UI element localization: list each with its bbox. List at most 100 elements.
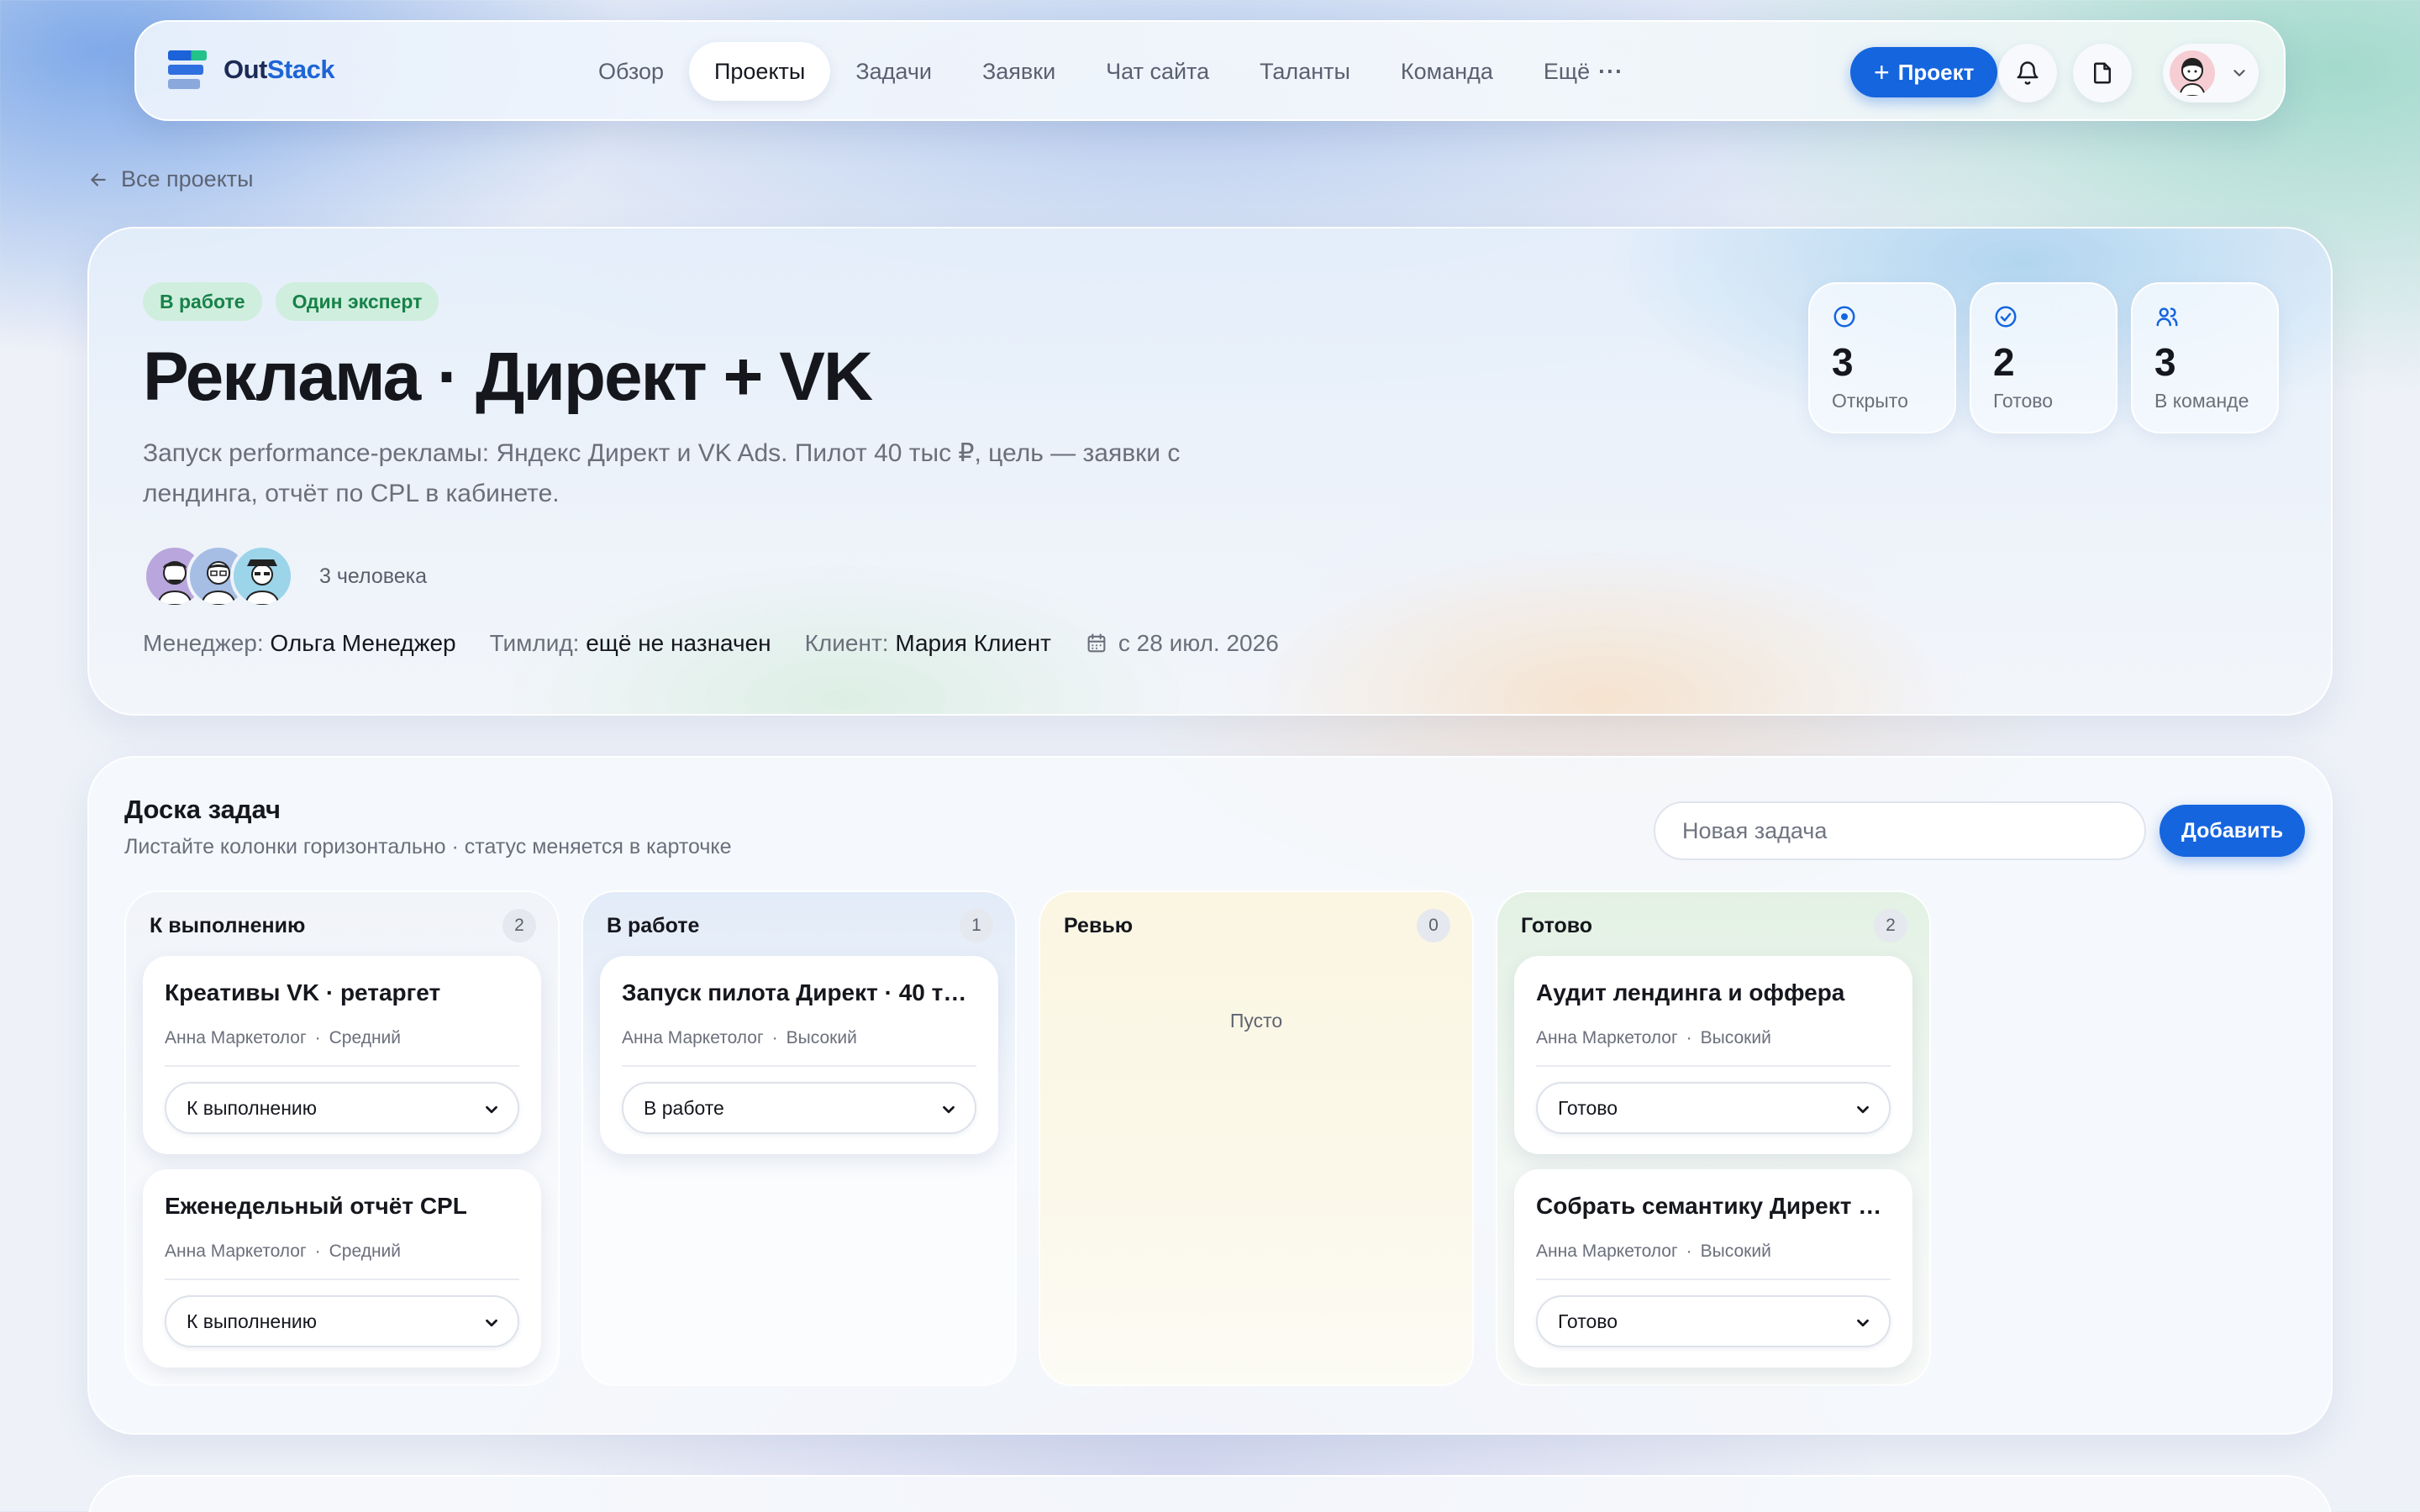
task-card[interactable]: Еженедельный отчёт CPL Анна Маркетолог · С…: [143, 1169, 541, 1368]
documents-button[interactable]: [2073, 44, 2132, 102]
profile-menu[interactable]: [2163, 44, 2259, 102]
logo[interactable]: OutStack: [168, 50, 335, 89]
new-project-button[interactable]: + Проект: [1850, 47, 1998, 97]
new-project-label: Проект: [1897, 59, 1975, 85]
task-title: Креативы VK · ретаргет: [165, 979, 441, 1005]
check-circle-icon: [1995, 306, 2017, 328]
project-description: Запуск performance-рекламы: Яндекс Дирек…: [143, 439, 1181, 507]
board-subtitle: Листайте колонки горизонтально · статус …: [124, 835, 732, 858]
back-label: Все проекты: [121, 166, 254, 192]
task-status-value: Готово: [1558, 1310, 1618, 1332]
task-title: Собрать семантику Директ (п...: [1536, 1193, 1889, 1219]
project-team[interactable]: 3 человека: [143, 544, 427, 608]
start-date-value: с 28 июл. 2026: [1118, 630, 1279, 656]
chevron-down-icon: [943, 1105, 955, 1114]
task-status-value: В работе: [644, 1096, 724, 1119]
column-todo: К выполнению 2 Креативы VK · ретаргет Ан…: [124, 890, 560, 1386]
task-card[interactable]: Креативы VK · ретаргет Анна Маркетолог · С…: [143, 956, 541, 1154]
plus-icon: +: [1874, 56, 1890, 87]
stat-open-label: Открыто: [1832, 390, 1908, 412]
client-value: Мария Клиент: [895, 630, 1051, 656]
divider: [1536, 1065, 1891, 1067]
task-card[interactable]: Собрать семантику Директ (п... Анна Марк…: [1514, 1169, 1912, 1368]
target-icon: [1833, 306, 1855, 328]
column-title: В работе: [607, 914, 700, 937]
task-meta: Анна Маркетолог · Средний: [165, 1242, 402, 1261]
stat-team-label: В команде: [2154, 390, 2249, 412]
notifications-button[interactable]: [1998, 44, 2057, 102]
task-assignee: Анна Маркетолог: [622, 1028, 764, 1047]
back-to-projects-link[interactable]: Все проекты: [87, 166, 254, 192]
task-status-select[interactable]: В работе: [622, 1082, 976, 1134]
task-status-select[interactable]: Готово: [1536, 1295, 1891, 1347]
divider: [622, 1065, 976, 1067]
nav-item-overview[interactable]: Обзор: [573, 42, 689, 101]
new-task-input[interactable]: [1654, 801, 2146, 860]
manager-label: Менеджер:: [143, 630, 264, 656]
team-avatars: [143, 544, 294, 608]
stat-team-value: 3: [2154, 340, 2176, 384]
logo-text-a: Out: [224, 55, 267, 84]
nav-item-team[interactable]: Команда: [1376, 42, 1518, 101]
document-icon: [2094, 62, 2111, 84]
nav-item-talents[interactable]: Таланты: [1234, 42, 1376, 101]
nav-item-site-chat[interactable]: Чат сайта: [1081, 42, 1234, 101]
column-empty-state: Пусто: [1229, 1010, 1283, 1032]
task-status-select[interactable]: Готово: [1536, 1082, 1891, 1134]
task-meta: Анна Маркетолог · Высокий: [1536, 1242, 1771, 1261]
board-columns[interactable]: К выполнению 2 Креативы VK · ретаргет Ан…: [124, 890, 1953, 1386]
nav-item-tasks[interactable]: Задачи: [830, 42, 957, 101]
task-assignee: Анна Маркетолог: [1536, 1242, 1678, 1261]
task-priority: Средний: [329, 1242, 402, 1261]
main-nav: Обзор Проекты Задачи Заявки Чат сайта Та…: [573, 42, 1649, 101]
nav-item-projects[interactable]: Проекты: [688, 42, 831, 101]
task-status-select[interactable]: К выполнению: [165, 1295, 519, 1347]
project-title: Реклама · Директ + VK: [143, 339, 873, 415]
task-card[interactable]: Аудит лендинга и оффера Анна Маркетолог ·…: [1514, 956, 1912, 1154]
chevron-down-icon: [486, 1105, 497, 1114]
stat-done-label: Готово: [1993, 390, 2054, 412]
start-date: с 28 июл. 2026: [1085, 630, 1279, 657]
task-meta: Анна Маркетолог · Средний: [165, 1028, 402, 1047]
logo-text-b: Stack: [266, 55, 335, 84]
avatar: [2170, 50, 2215, 96]
task-priority: Высокий: [1700, 1242, 1771, 1261]
manager-info: Менеджер: Ольга Менеджер: [143, 630, 456, 657]
lead-info: Тимлид: ещё не назначен: [490, 630, 771, 657]
divider: [165, 1065, 519, 1067]
task-meta: Анна Маркетолог · Высокий: [1536, 1028, 1771, 1047]
users-icon: [2156, 307, 2178, 327]
task-title: Еженедельный отчёт CPL: [165, 1193, 467, 1219]
team-avatar: [230, 544, 294, 608]
column-count: 0: [1417, 909, 1450, 942]
column-done: Готово 2 Аудит лендинга и оффера Анна Ма…: [1496, 890, 1931, 1386]
chevron-down-icon: [2233, 70, 2245, 76]
top-navigation-bar: OutStack Обзор Проекты Задачи Заявки Чат…: [134, 20, 2286, 121]
add-task-button[interactable]: Добавить: [2160, 805, 2306, 857]
chevron-down-icon: [1857, 1105, 1869, 1114]
nav-item-more[interactable]: Ещё ···: [1518, 42, 1649, 101]
status-badge: В работе: [143, 282, 262, 321]
stat-open: 3 Открыто: [1808, 282, 1956, 433]
task-meta: Анна Маркетолог · Высокий: [622, 1028, 857, 1047]
stat-done-value: 2: [1993, 340, 2015, 384]
stat-team: 3 В команде: [2131, 282, 2279, 433]
arrow-left-icon: [91, 172, 106, 186]
format-badge: Один эксперт: [275, 282, 439, 321]
next-section-card: [87, 1475, 2333, 1512]
nav-more-label: Ещё: [1543, 58, 1591, 84]
lead-value: ещё не назначен: [586, 630, 771, 656]
bell-icon: [2017, 61, 2039, 85]
task-card[interactable]: Запуск пилота Директ · 40 ты... Анна Мар…: [600, 956, 998, 1154]
nav-item-requests[interactable]: Заявки: [957, 42, 1081, 101]
task-status-select[interactable]: К выполнению: [165, 1082, 519, 1134]
task-assignee: Анна Маркетолог: [165, 1028, 307, 1047]
column-count: 2: [1874, 909, 1907, 942]
task-assignee: Анна Маркетолог: [1536, 1028, 1678, 1047]
client-label: Клиент:: [804, 630, 889, 656]
project-meta: Менеджер: Ольга Менеджер Тимлид: ещё не …: [143, 630, 1279, 657]
task-assignee: Анна Маркетолог: [165, 1242, 307, 1261]
chevron-down-icon: [1857, 1319, 1869, 1327]
column-count: 2: [502, 909, 536, 942]
manager-value: Ольга Менеджер: [270, 630, 456, 656]
